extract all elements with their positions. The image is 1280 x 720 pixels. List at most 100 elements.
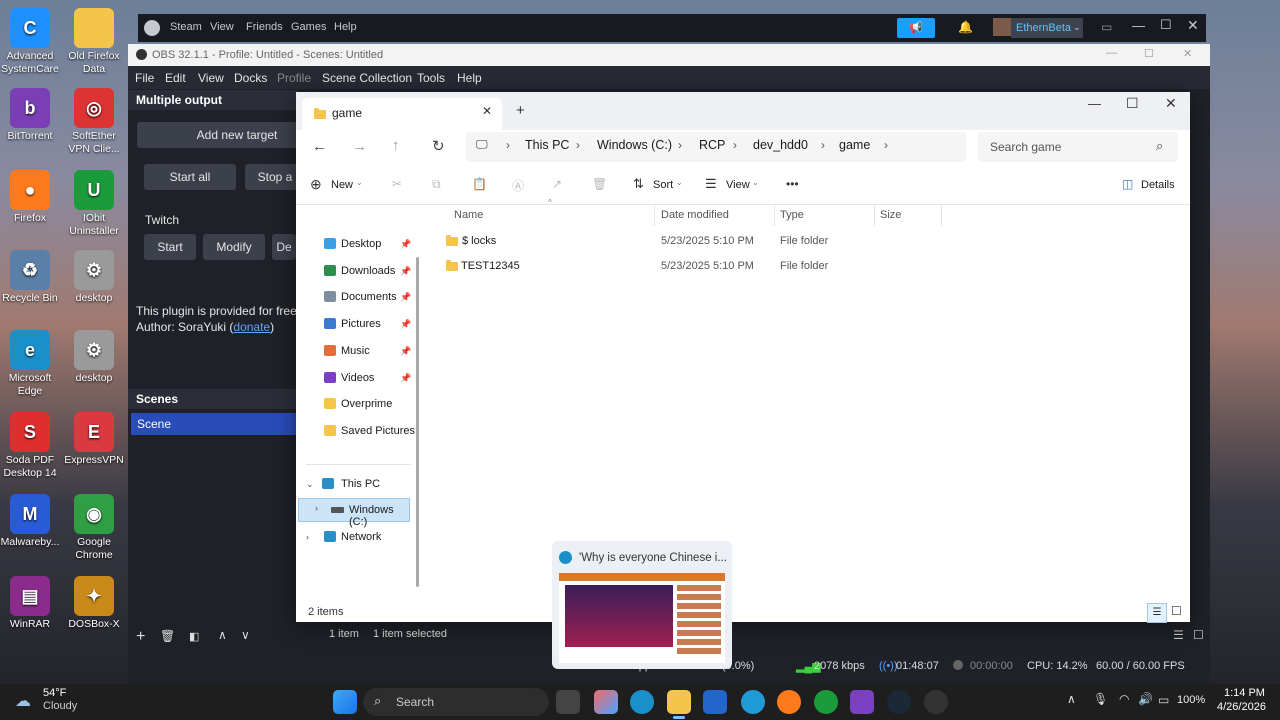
chevron-up-icon[interactable]: ∧: [1067, 692, 1076, 706]
start-all-button[interactable]: Start all: [144, 164, 236, 190]
avatar[interactable]: [993, 18, 1011, 36]
start-button[interactable]: [333, 690, 357, 714]
quick-access-item[interactable]: Videos 📌: [316, 367, 416, 389]
desktop-icon[interactable]: ♻ Recycle Bin: [0, 250, 60, 305]
clock-date[interactable]: 4/26/2026: [1217, 701, 1266, 713]
steam-menu-view[interactable]: View: [210, 21, 234, 33]
megaphone-icon[interactable]: 📢: [897, 18, 935, 38]
steam-menu-steam[interactable]: Steam: [170, 21, 202, 33]
close-icon[interactable]: ✕: [1187, 17, 1199, 34]
desktop-icon[interactable]: ◉ Google Chrome: [64, 494, 124, 562]
task-view-icon[interactable]: [556, 690, 580, 714]
twitch-delete-button[interactable]: De: [272, 234, 296, 260]
store-icon[interactable]: [703, 690, 727, 714]
microphone-icon[interactable]: 🎙: [1093, 692, 1108, 706]
back-icon[interactable]: ←: [312, 138, 327, 155]
column-name[interactable]: Name: [454, 209, 483, 221]
menu-file[interactable]: File: [135, 71, 154, 85]
steam-menu-help[interactable]: Help: [334, 21, 357, 33]
details-button[interactable]: Details: [1141, 179, 1175, 191]
desktop-icon[interactable]: e Microsoft Edge: [0, 330, 60, 398]
taskbar-thumbnail-preview[interactable]: 'Why is everyone Chinese i...: [552, 541, 732, 669]
breadcrumb-dev-hdd0[interactable]: dev_hdd0: [753, 138, 808, 152]
minimize-icon[interactable]: —: [1088, 96, 1101, 111]
desktop-icon[interactable]: C Advanced SystemCare: [0, 8, 60, 76]
weather-temp[interactable]: 54°F: [43, 687, 66, 699]
volume-icon[interactable]: 🔊: [1138, 692, 1153, 706]
copilot-icon[interactable]: [594, 690, 618, 714]
forward-icon[interactable]: →: [352, 138, 367, 155]
edge-icon[interactable]: [630, 690, 654, 714]
menu-view[interactable]: View: [198, 71, 224, 85]
steam-menu-friends[interactable]: Friends: [246, 21, 283, 33]
desktop-icon[interactable]: S Soda PDF Desktop 14: [0, 412, 60, 480]
nav-scrollbar[interactable]: [416, 257, 419, 587]
column-size[interactable]: Size: [880, 209, 901, 221]
menu-docks[interactable]: Docks: [234, 71, 267, 85]
tree-this-pc[interactable]: ⌄ This PC: [302, 473, 412, 495]
explorer-tab[interactable]: game ✕: [302, 98, 502, 130]
rename-icon[interactable]: Ⓐ: [512, 177, 524, 194]
desktop-icon[interactable]: M Malwareby...: [0, 494, 60, 549]
quick-access-item[interactable]: Overprime: [316, 393, 416, 415]
quick-access-item[interactable]: Saved Pictures: [316, 420, 416, 442]
visual-studio-icon[interactable]: [850, 690, 874, 714]
quick-access-item[interactable]: Downloads 📌: [316, 260, 416, 282]
bell-icon[interactable]: 🔔: [958, 20, 973, 34]
tiles-view-toggle[interactable]: ☐: [1171, 604, 1182, 618]
table-row[interactable]: $ locks 5/23/2025 5:10 PM File folder: [436, 231, 976, 253]
up-icon[interactable]: ↑: [392, 137, 400, 154]
minimize-icon[interactable]: —: [1106, 47, 1117, 59]
quick-access-item[interactable]: Desktop 📌: [316, 233, 416, 255]
taskbar-search[interactable]: ⌕ Search: [363, 688, 549, 716]
tree-network[interactable]: › Network: [302, 526, 412, 548]
desktop-icon[interactable]: ▤ WinRAR: [0, 576, 60, 631]
desktop-icon[interactable]: ✦ DOSBox-X: [64, 576, 124, 631]
iobit-icon[interactable]: [814, 690, 838, 714]
wifi-icon[interactable]: ◠: [1119, 692, 1129, 706]
sort-button[interactable]: Sort: [653, 179, 673, 191]
new-tab-icon[interactable]: +: [516, 102, 525, 119]
steam-menu-games[interactable]: Games: [291, 21, 326, 33]
search-input[interactable]: Search game: [990, 140, 1061, 154]
table-row[interactable]: TEST12345 5/23/2025 5:10 PM File folder: [436, 256, 976, 278]
steam-chat-icon[interactable]: [741, 690, 765, 714]
desktop-icon[interactable]: E ExpressVPN: [64, 412, 124, 467]
tree-windows-c[interactable]: › Windows (C:): [298, 498, 410, 528]
minimize-icon[interactable]: —: [1132, 18, 1145, 33]
tile-view-icon[interactable]: ☐: [1193, 628, 1204, 642]
close-icon[interactable]: ✕: [1165, 95, 1177, 112]
move-up-icon[interactable]: ∧: [218, 628, 227, 642]
quick-access-item[interactable]: Documents 📌: [316, 286, 416, 308]
refresh-icon[interactable]: ↻: [432, 137, 445, 155]
details-view-toggle[interactable]: ☰: [1147, 603, 1167, 623]
twitch-start-button[interactable]: Start: [144, 234, 196, 260]
delete-icon[interactable]: 🗑: [592, 177, 607, 191]
quick-access-item[interactable]: Pictures 📌: [316, 313, 416, 335]
clock-time[interactable]: 1:14 PM: [1224, 687, 1265, 699]
battery-icon[interactable]: ▭: [1158, 693, 1169, 707]
menu-help[interactable]: Help: [457, 71, 482, 85]
add-scene-icon[interactable]: +: [136, 628, 145, 646]
close-icon[interactable]: ✕: [1183, 47, 1192, 60]
obs-icon[interactable]: [924, 690, 948, 714]
twitch-modify-button[interactable]: Modify: [203, 234, 265, 260]
more-options-button[interactable]: •••: [786, 177, 799, 191]
breadcrumb-rcp[interactable]: RCP: [699, 138, 725, 152]
breadcrumb-windows-c[interactable]: Windows (C:): [597, 138, 672, 152]
breadcrumb-this-pc[interactable]: This PC: [525, 138, 569, 152]
desktop-icon[interactable]: U IObit Uninstaller: [64, 170, 124, 238]
scene-list-item[interactable]: Scene: [131, 413, 296, 435]
new-button[interactable]: New: [331, 179, 353, 191]
maximize-icon[interactable]: ☐: [1160, 17, 1172, 33]
maximize-icon[interactable]: ☐: [1144, 47, 1154, 60]
column-date-modified[interactable]: Date modified: [661, 209, 729, 221]
remove-scene-icon[interactable]: 🗑: [160, 629, 175, 643]
menu-tools[interactable]: Tools: [417, 71, 445, 85]
steam-user-menu[interactable]: EthernBeta ⌄: [1011, 18, 1083, 38]
file-explorer-icon[interactable]: [667, 690, 691, 714]
weather-desc[interactable]: Cloudy: [43, 700, 77, 712]
list-view-icon[interactable]: ☰: [1173, 628, 1184, 642]
breadcrumb-game[interactable]: game: [839, 138, 870, 152]
desktop-icon[interactable]: b BitTorrent: [0, 88, 60, 143]
